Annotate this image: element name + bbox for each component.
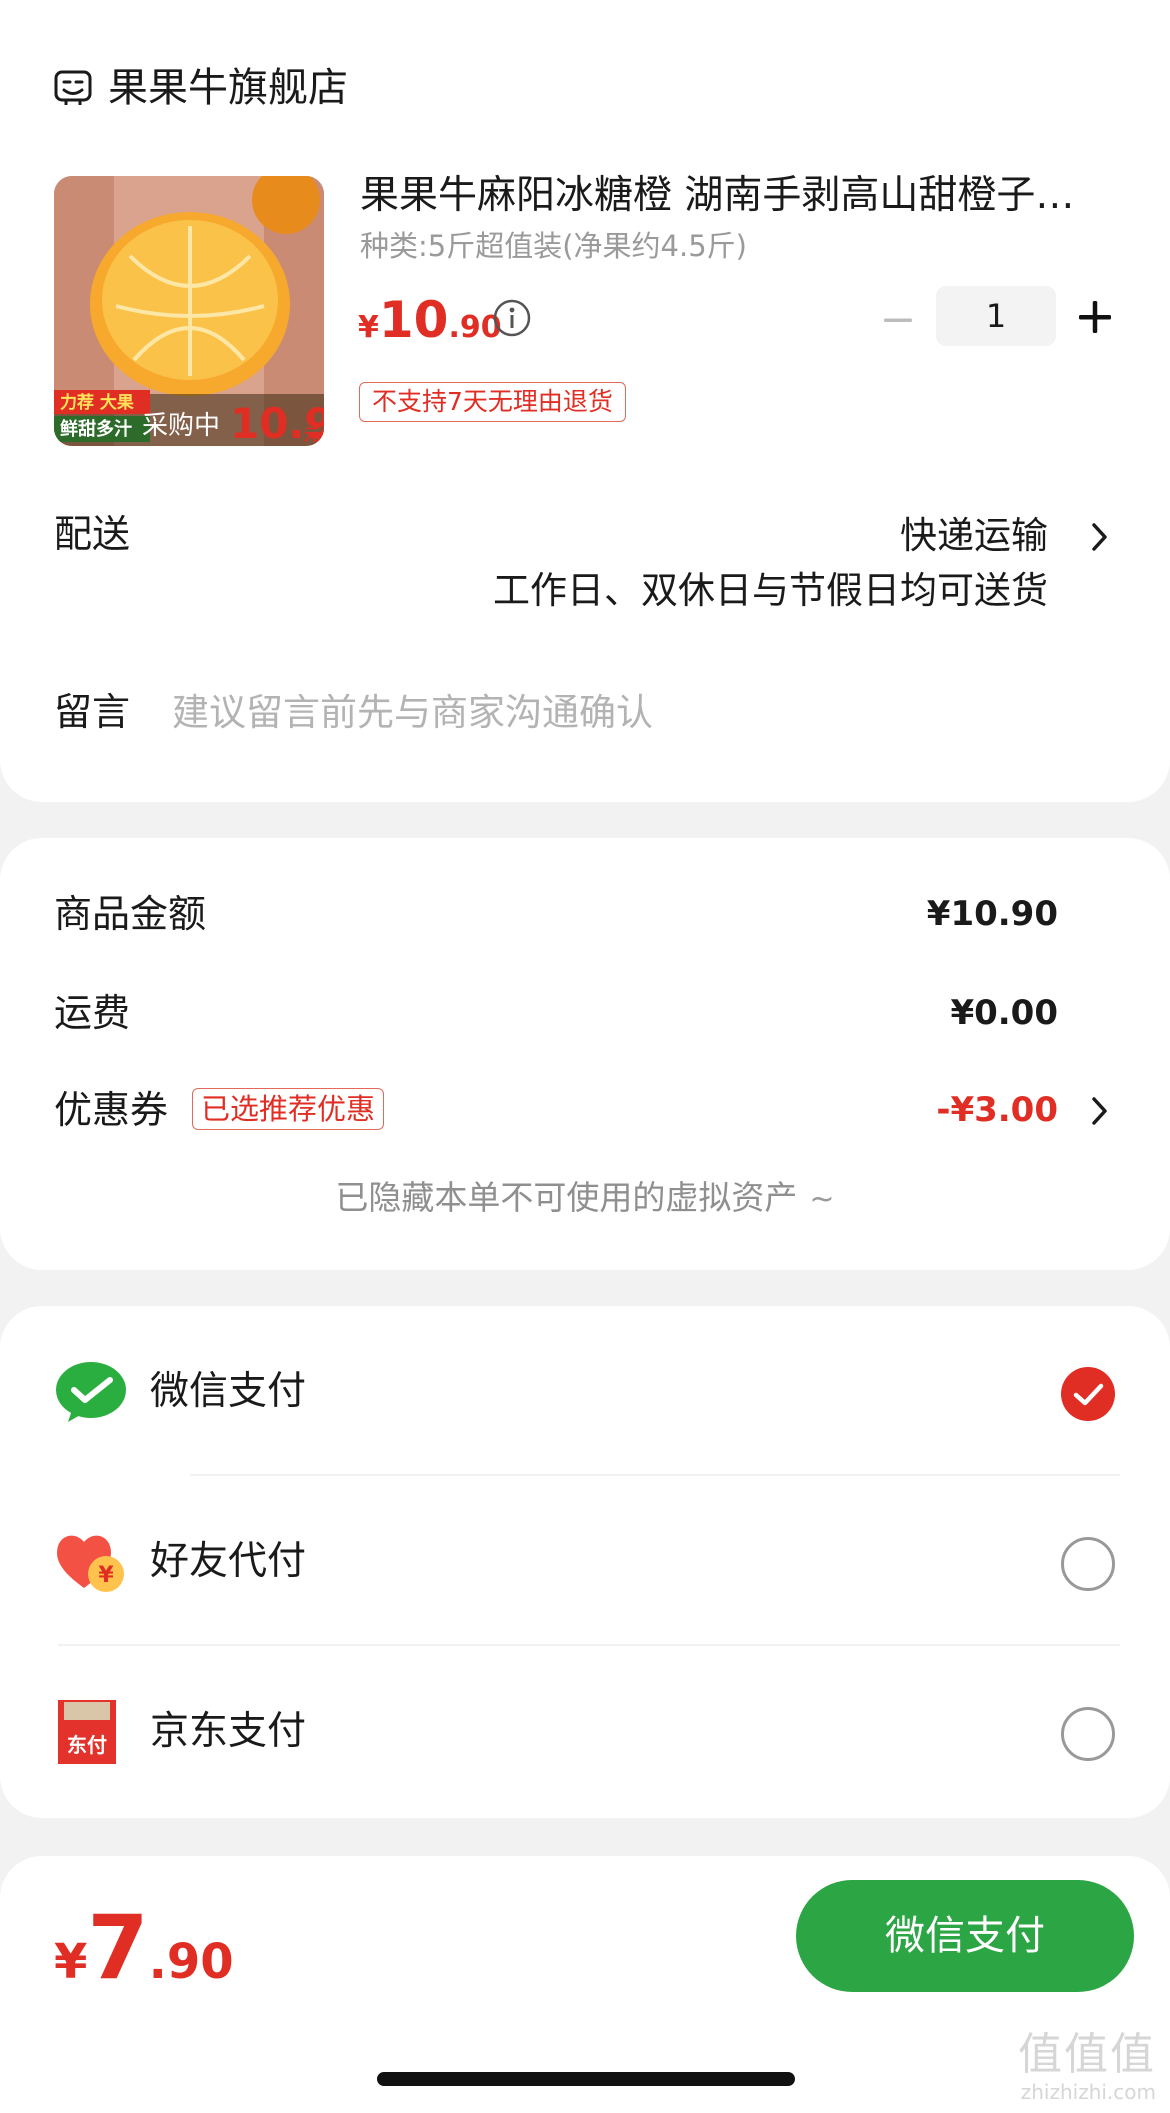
watermark-sub: zhizhizhi.com <box>1020 2080 1156 2104</box>
watermark: 值值值 zhizhizhi.com <box>1018 2029 1156 2105</box>
total-decimal: .90 <box>148 1934 234 1990</box>
total-symbol: ¥ <box>54 1934 88 1990</box>
info-icon[interactable] <box>492 298 532 338</box>
product-price: ¥10.90 <box>358 288 502 364</box>
product-spec[interactable]: 种类:5斤超值装(净果约4.5斤) <box>360 228 747 264</box>
payment-option-friend[interactable]: ¥ 好友代付 <box>0 1502 1170 1622</box>
jd-pay-icon-text: 东付 <box>67 1733 107 1757</box>
store-icon <box>54 70 92 105</box>
chevron-right-icon[interactable] <box>1089 1094 1111 1128</box>
thumb-banner-2: 鲜甜多汁 <box>60 418 132 440</box>
hidden-assets-text: 已隐藏本单不可使用的虚拟资产 <box>335 1178 798 1217</box>
pay-button[interactable]: 微信支付 <box>796 1880 1134 1992</box>
thumb-status: 采购中 <box>142 411 220 441</box>
expand-icon: ~ <box>809 1182 835 1217</box>
radio-unchecked-icon[interactable] <box>1060 1536 1116 1592</box>
delivery-label: 配送 <box>54 512 131 556</box>
return-policy-tag: 不支持7天无理由退货 <box>359 382 626 422</box>
divider <box>58 1644 1120 1646</box>
increase-quantity-button[interactable] <box>1074 296 1116 338</box>
total-price: ¥7.90 <box>54 1898 234 2023</box>
coupon-value[interactable]: -¥3.00 <box>936 1086 1058 1134</box>
delivery-note: 工作日、双休日与节假日均可送货 <box>493 569 1048 612</box>
delivery-method[interactable]: 快递运输 <box>900 512 1048 560</box>
payment-option-jd[interactable]: 东付 京东支付 <box>0 1672 1170 1792</box>
total-integer: 7 <box>87 1896 149 1999</box>
payment-label-friend: 好友代付 <box>150 1539 307 1584</box>
hidden-assets-toggle[interactable]: 已隐藏本单不可使用的虚拟资产 ~ <box>0 1176 1170 1222</box>
message-label: 留言 <box>54 690 131 734</box>
jd-pay-icon: 东付 <box>58 1700 116 1764</box>
decrease-quantity-button[interactable] <box>878 300 918 340</box>
quantity-field[interactable]: 1 <box>936 286 1056 346</box>
friend-pay-icon: ¥ <box>57 1535 124 1592</box>
coupon-label[interactable]: 优惠券 <box>54 1086 168 1134</box>
payment-label-wechat: 微信支付 <box>150 1369 307 1414</box>
price-symbol: ¥ <box>358 310 379 345</box>
radio-checked-icon[interactable] <box>1060 1366 1116 1422</box>
watermark-main: 值值值 <box>1018 2029 1156 2080</box>
shipping-fee-label: 运费 <box>54 991 131 1035</box>
radio-unchecked-icon[interactable] <box>1060 1706 1116 1762</box>
payment-option-wechat[interactable]: 微信支付 <box>0 1332 1170 1452</box>
price-integer: 10 <box>378 291 449 349</box>
home-indicator[interactable] <box>377 2072 795 2086</box>
chevron-right-icon[interactable] <box>1089 520 1111 554</box>
thumb-banner-1: 力荐 大果 <box>60 392 134 413</box>
shop-name[interactable]: 果果牛旗舰店 <box>108 64 348 112</box>
coupon-tag[interactable]: 已选推荐优惠 <box>192 1088 385 1130</box>
product-thumbnail[interactable]: 力荐 大果 鲜甜多汁 10.9 元 采购中 <box>54 176 324 446</box>
goods-amount-label: 商品金额 <box>54 892 207 936</box>
shipping-fee-value: ¥0.00 <box>950 993 1058 1033</box>
divider <box>190 1474 1120 1476</box>
wechat-pay-icon <box>56 1362 126 1422</box>
product-title[interactable]: 果果牛麻阳冰糖橙 湖南手剥高山甜橙子… <box>360 172 1100 220</box>
thumb-price-unit: 元 <box>304 425 320 444</box>
goods-amount-value: ¥10.90 <box>926 894 1058 934</box>
friend-pay-icon-text: ¥ <box>98 1563 114 1588</box>
message-input[interactable] <box>172 682 1072 742</box>
payment-label-jd: 京东支付 <box>150 1709 307 1754</box>
orange-image: 力荐 大果 鲜甜多汁 10.9 元 采购中 <box>54 176 324 446</box>
